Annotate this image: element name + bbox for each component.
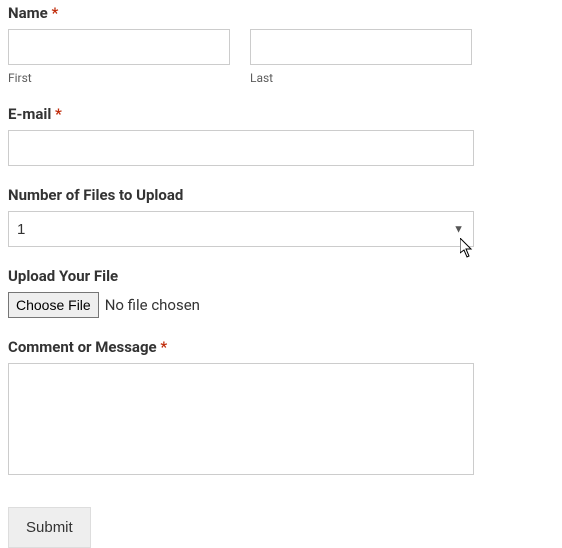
email-label: E-mail * [8,105,554,123]
email-input[interactable] [8,130,474,166]
comment-textarea[interactable] [8,363,474,475]
required-asterisk: * [55,105,62,123]
upload-label: Upload Your File [8,267,554,285]
last-name-sublabel: Last [250,71,472,85]
upload-field-group: Upload Your File Choose File No file cho… [8,267,554,318]
required-asterisk: * [160,338,167,356]
numfiles-label: Number of Files to Upload [8,186,554,204]
name-field-group: Name * First Last [8,4,554,85]
last-name-input[interactable] [250,29,472,65]
choose-file-button[interactable]: Choose File [8,292,99,318]
numfiles-label-text: Number of Files to Upload [8,186,183,204]
comment-field-group: Comment or Message * [8,338,554,479]
comment-label-text: Comment or Message [8,338,157,356]
submit-button[interactable]: Submit [8,507,91,548]
upload-label-text: Upload Your File [8,267,118,285]
first-name-col: First [8,29,230,85]
required-asterisk: * [51,4,58,22]
first-name-sublabel: First [8,71,230,85]
file-row: Choose File No file chosen [8,292,554,318]
first-name-input[interactable] [8,29,230,65]
numfiles-select-wrap: 1 ▼ [8,211,474,247]
name-label-text: Name [8,4,48,22]
name-row: First Last [8,29,554,85]
email-label-text: E-mail [8,105,51,123]
email-field-group: E-mail * [8,105,554,166]
last-name-col: Last [250,29,472,85]
file-status-text: No file chosen [105,296,200,314]
comment-label: Comment or Message * [8,338,554,356]
numfiles-field-group: Number of Files to Upload 1 ▼ [8,186,554,247]
name-label: Name * [8,4,554,22]
numfiles-select[interactable]: 1 [8,211,474,247]
